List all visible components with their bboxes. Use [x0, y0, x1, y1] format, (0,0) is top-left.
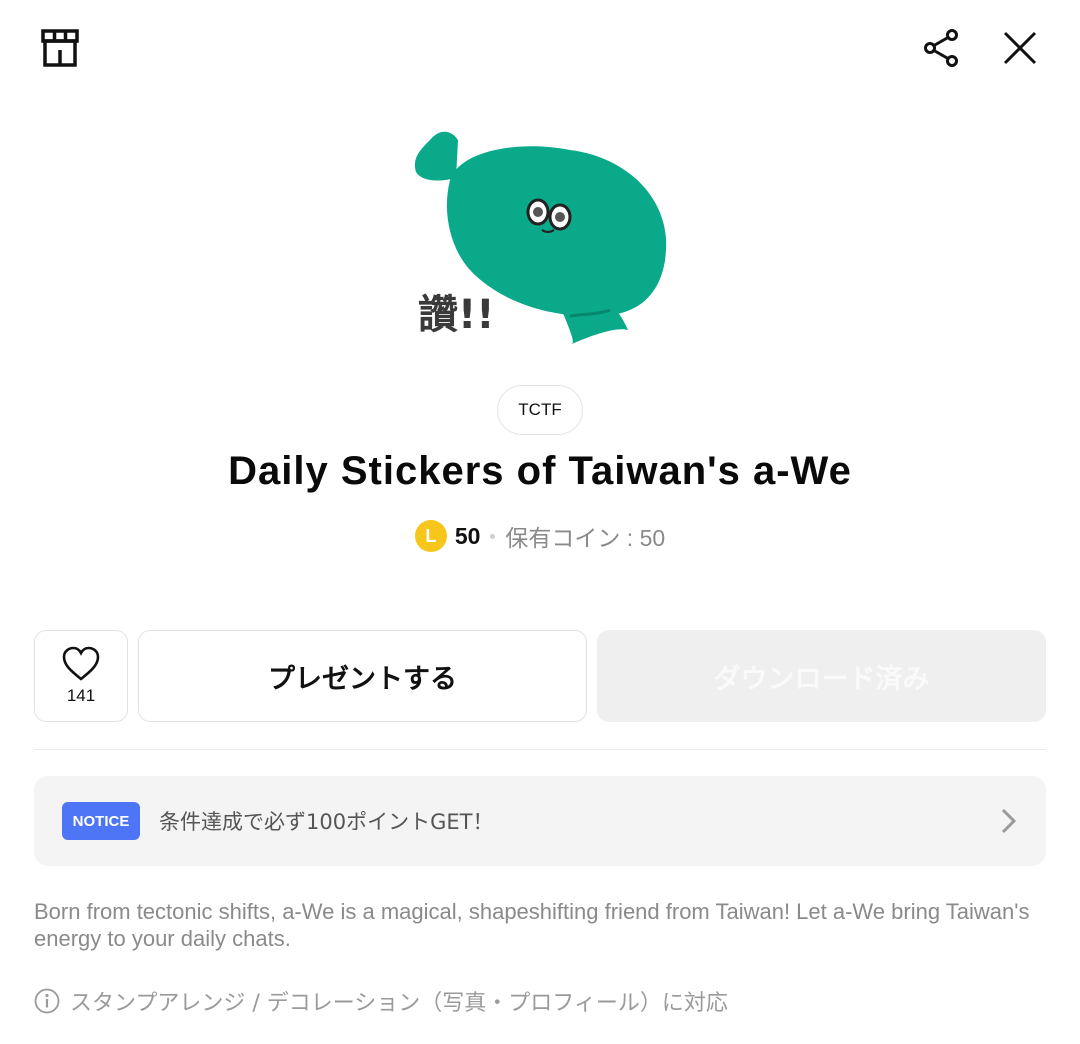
top-bar [0, 0, 1080, 100]
like-button[interactable]: 141 [34, 630, 128, 722]
share-icon[interactable] [920, 26, 964, 70]
author-pill[interactable]: TCTF [497, 385, 583, 435]
info-icon [34, 988, 60, 1014]
price: 50 [454, 522, 481, 549]
compatibility-info: スタンプアレンジ / デコレーション（写真・プロフィール）に対応 [34, 984, 728, 1018]
chevron-right-icon [1001, 808, 1017, 834]
sticker-caption: 讚!! [418, 292, 494, 338]
shop-icon[interactable] [38, 26, 82, 70]
owned-coins: 保有コイン : 50 [505, 525, 666, 551]
notice-text: 条件達成で必ず100ポイントGET！ [159, 810, 494, 834]
heart-icon [62, 646, 100, 681]
notice-banner[interactable]: NOTICE 条件達成で必ず100ポイントGET！ [34, 776, 1046, 866]
sticker-description: Born from tectonic shifts, a-We is a mag… [34, 899, 1030, 951]
divider [34, 749, 1046, 750]
page-title: Daily Stickers of Taiwan's a-We [228, 449, 852, 493]
gift-button-label: プレゼントする [268, 663, 457, 695]
price-row: L 50 保有コイン : 50 [0, 514, 1080, 558]
close-icon[interactable] [998, 26, 1042, 70]
download-button: ダウンロード済み [597, 630, 1046, 722]
like-count: 141 [66, 686, 96, 705]
compatibility-text: スタンプアレンジ / デコレーション（写真・プロフィール）に対応 [70, 991, 728, 1016]
notice-badge: NOTICE [62, 802, 140, 840]
coin-symbol: L [425, 525, 437, 546]
line-coin-icon: L [414, 520, 447, 552]
author-name: TCTF [518, 400, 562, 419]
gift-button[interactable]: プレゼントする [138, 630, 587, 722]
download-button-label: ダウンロード済み [713, 663, 930, 695]
sticker-preview: 讚!! [400, 120, 680, 350]
separator-dot [490, 533, 496, 539]
